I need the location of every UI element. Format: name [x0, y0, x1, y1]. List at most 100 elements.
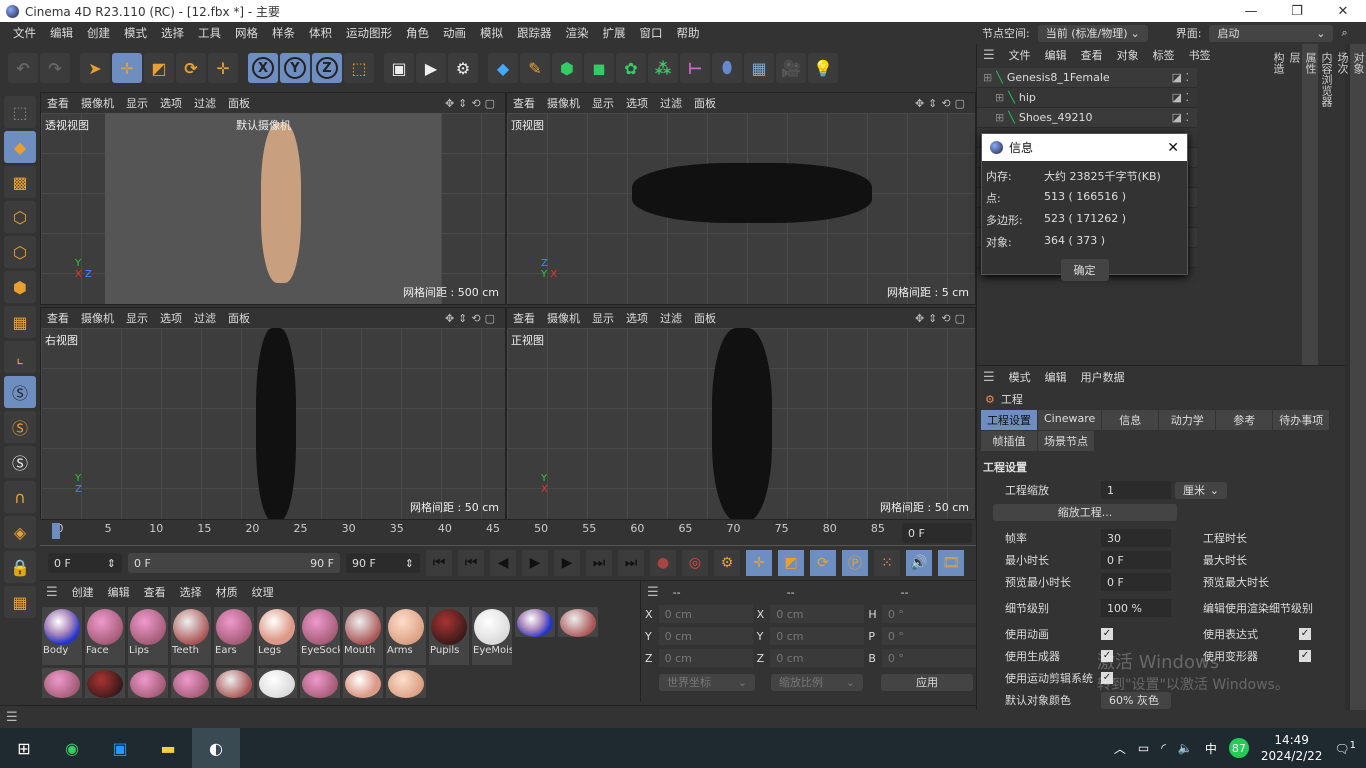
volume-icon[interactable]: 🔈 [1178, 741, 1193, 755]
value-input[interactable]: 30 [1101, 529, 1171, 547]
object-menu-item[interactable]: 编辑 [1045, 47, 1067, 63]
recent-tool-icon[interactable]: ✛ [208, 53, 238, 83]
mograph-icon[interactable]: ⁂ [648, 53, 678, 83]
battery-icon[interactable]: ▭ [1138, 741, 1149, 755]
material-swatch[interactable] [386, 668, 426, 698]
next-frame-button[interactable]: ▶ [554, 550, 580, 576]
apply-button[interactable]: 应用 [881, 673, 973, 691]
material-menu-item[interactable]: 编辑 [108, 584, 130, 600]
object-row[interactable]: ⊞ ╲ Shoes_49210 ◪ ⁚ [977, 108, 1197, 128]
material-swatch[interactable] [42, 668, 82, 698]
menu-item[interactable]: 模式 [117, 25, 154, 41]
attribute-menu-item[interactable]: 模式 [1009, 369, 1031, 385]
axis-mode-icon[interactable]: ⌞ [4, 341, 36, 373]
material-menu-item[interactable]: 查看 [144, 584, 166, 600]
menu-item[interactable]: 扩展 [596, 25, 633, 41]
menu-icon[interactable]: ☰ [647, 585, 659, 600]
floor-icon[interactable]: ▦ [744, 53, 774, 83]
prev-key-button[interactable]: ⏮ [458, 550, 484, 576]
folder-icon[interactable]: ▬ [144, 728, 192, 768]
coordinate-input[interactable]: 0 cm [770, 627, 865, 645]
uv-mode-icon[interactable]: ▦ [4, 306, 36, 338]
viewport-menu-item[interactable]: 摄像机 [81, 310, 114, 326]
menu-item[interactable]: 文件 [6, 25, 43, 41]
material-swatch[interactable] [85, 668, 125, 698]
default-color-select[interactable]: 60% 灰色 [1101, 691, 1171, 709]
render-view-icon[interactable]: ▣ [384, 53, 414, 83]
viewport-menu-item[interactable]: 选项 [160, 310, 182, 326]
edges-mode-icon[interactable]: ⬡ [4, 236, 36, 268]
coordinate-input[interactable]: 0 cm [658, 649, 753, 667]
material-swatch[interactable] [128, 668, 168, 698]
current-frame-field[interactable]: 0 F [902, 523, 972, 543]
cinema4d-task-icon[interactable]: ◐ [192, 728, 240, 768]
make-editable-icon[interactable]: ⬚ [4, 96, 36, 128]
field-icon[interactable]: ⬮ [712, 53, 742, 83]
viewport-menu-item[interactable]: 摄像机 [547, 95, 580, 111]
material-swatch[interactable] [515, 607, 555, 637]
material-swatch[interactable]: Pupils [429, 607, 469, 665]
sound-button[interactable]: 🔊 [906, 550, 932, 576]
undo-button[interactable]: ↶ [8, 53, 38, 83]
viewport-menu-item[interactable]: 选项 [626, 310, 648, 326]
key-position-button[interactable]: ✛ [746, 550, 772, 576]
menu-item[interactable]: 工具 [191, 25, 228, 41]
key-rotation-button[interactable]: ⟳ [810, 550, 836, 576]
menu-item[interactable]: 角色 [399, 25, 436, 41]
pen-icon[interactable]: ✎ [520, 53, 550, 83]
viewport-menu-item[interactable]: 显示 [592, 95, 614, 111]
menu-item[interactable]: 体积 [302, 25, 339, 41]
app-icon[interactable]: ▣ [96, 728, 144, 768]
expand-icon[interactable]: ⊞ [995, 111, 1004, 124]
material-swatch[interactable]: EyeSock [300, 607, 340, 665]
workplane-icon[interactable]: ◈ [4, 516, 36, 548]
material-swatch[interactable] [257, 668, 297, 698]
close-icon[interactable]: ✕ [1167, 140, 1187, 156]
viewport-menu-item[interactable]: 过滤 [194, 95, 216, 111]
ok-button[interactable]: 确定 [1060, 259, 1109, 281]
extrude-icon[interactable]: ◼ [584, 53, 614, 83]
value-input[interactable]: 0 F [1101, 551, 1171, 569]
key-scale-button[interactable]: ◩ [778, 550, 804, 576]
coordinate-input[interactable]: 0 cm [770, 605, 865, 623]
viewport-nav-icons[interactable]: ✥⇕⟲▢ [915, 97, 975, 110]
menu-icon[interactable]: ☰ [983, 370, 995, 385]
viewport-top[interactable]: 查看 摄像机 显示 选项 过滤 面板 ✥⇕⟲▢ 顶视图 ZY X 网格间距 : 5 cm [506, 92, 976, 305]
key-parameter-button[interactable]: Ⓟ [842, 550, 868, 576]
material-menu-item[interactable]: 创建 [72, 584, 94, 600]
viewport-menu-item[interactable]: 查看 [513, 310, 535, 326]
points-mode-icon[interactable]: ⬡ [4, 201, 36, 233]
attribute-tab[interactable]: 工程设置 [981, 410, 1037, 430]
start-icon[interactable]: ⊞ [0, 728, 48, 768]
viewport-menu-item[interactable]: 摄像机 [547, 310, 580, 326]
checkbox[interactable]: ✓ [1101, 628, 1113, 640]
clock[interactable]: 14:49 2024/2/22 [1261, 732, 1323, 764]
material-swatch[interactable]: Body [42, 607, 82, 665]
menu-item[interactable]: 帮助 [670, 25, 707, 41]
attribute-tab[interactable]: 参考 [1216, 410, 1273, 430]
menu-item[interactable]: 网格 [228, 25, 265, 41]
grid-icon[interactable]: ▦ [4, 586, 36, 618]
material-swatch[interactable]: Ears [214, 607, 254, 665]
browser-icon[interactable]: ◉ [48, 728, 96, 768]
cube-icon[interactable]: ◆ [488, 53, 518, 83]
model-mode-icon[interactable]: ◆ [4, 131, 36, 163]
menu-item[interactable]: 选择 [154, 25, 191, 41]
deformer-icon[interactable]: ⊢ [680, 53, 710, 83]
material-swatch[interactable]: Mouth [343, 607, 383, 665]
subdivision-icon[interactable]: ⬢ [552, 53, 582, 83]
viewport-menu-item[interactable]: 选项 [160, 95, 182, 111]
current-frame-input[interactable]: 0 F ⇕ [48, 553, 122, 573]
menu-item[interactable]: 跟踪器 [510, 25, 559, 41]
material-swatch[interactable]: EyeMois [472, 607, 512, 665]
visibility-toggle[interactable]: ◪ ⁚ [1172, 91, 1189, 104]
material-swatch[interactable]: Arms [386, 607, 426, 665]
move-tool-icon[interactable]: ✛ [112, 53, 142, 83]
magnet-icon[interactable]: ∩ [4, 481, 36, 513]
menu-item[interactable]: 运动图形 [339, 25, 399, 41]
attribute-tab[interactable]: Cineware [1038, 410, 1102, 430]
play-button[interactable]: ▶ [522, 550, 548, 576]
playhead[interactable] [52, 523, 60, 539]
z-axis-button[interactable]: Z [312, 53, 342, 83]
viewport-menu-item[interactable]: 过滤 [660, 95, 682, 111]
